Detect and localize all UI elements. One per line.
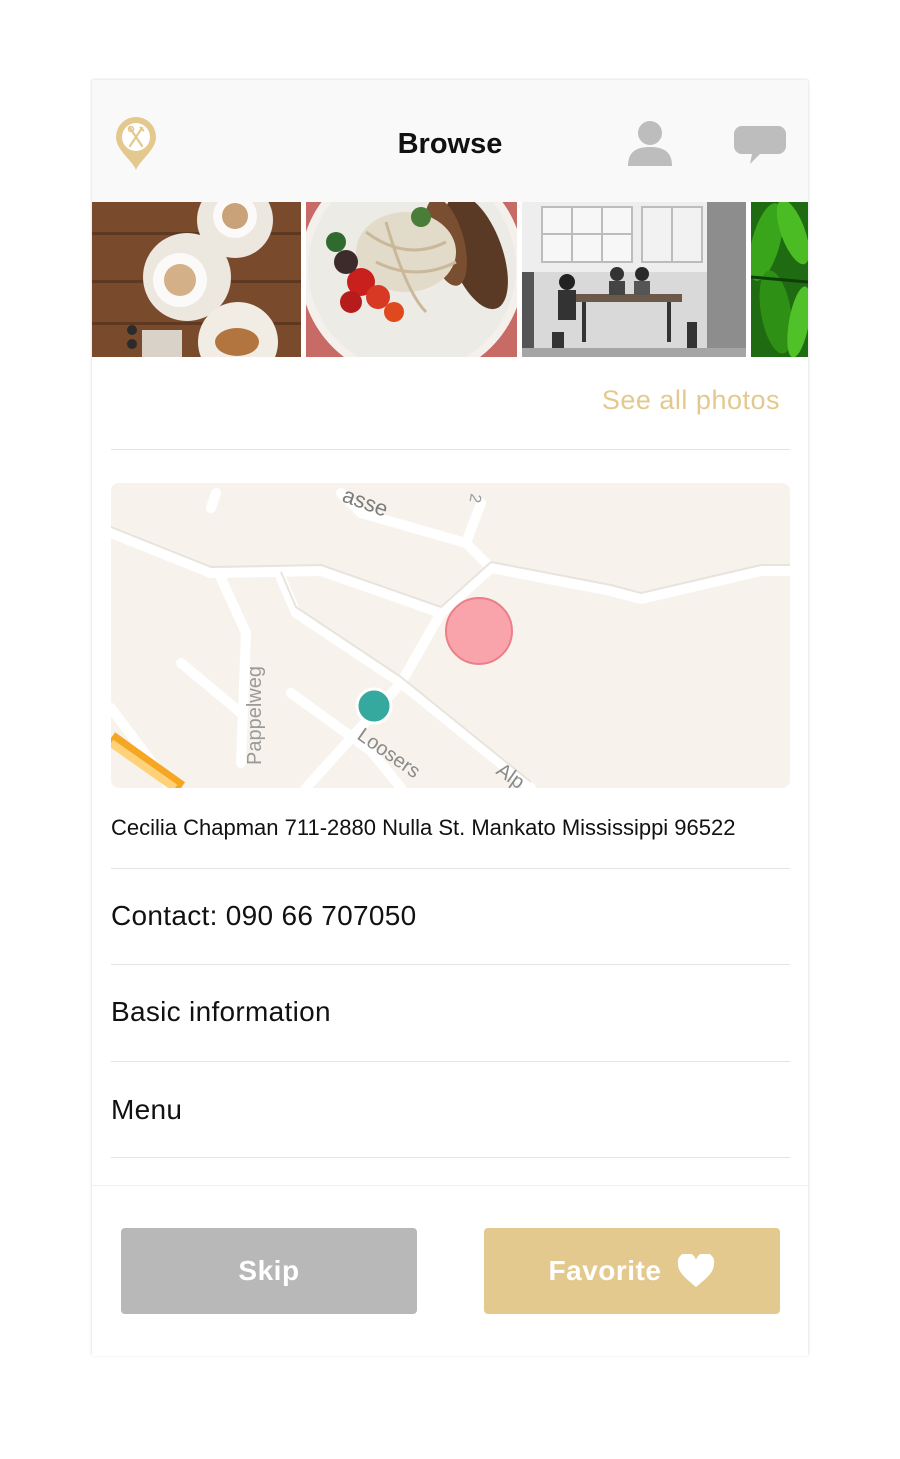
divider [111, 964, 790, 965]
contact-row[interactable]: Contact: 090 66 707050 [111, 900, 790, 932]
photo-strip [92, 202, 808, 357]
divider [111, 1157, 790, 1158]
skip-button[interactable]: Skip [121, 1228, 417, 1314]
top-nav-bar: Browse [92, 80, 808, 202]
photo-salad-thumbnail[interactable] [306, 202, 517, 357]
menu-row[interactable]: Menu [111, 1094, 790, 1126]
divider [111, 1061, 790, 1062]
favorite-button[interactable]: Favorite [484, 1228, 780, 1314]
divider [111, 449, 790, 450]
page-title: Browse [397, 128, 503, 160]
action-footer: Skip Favorite [92, 1185, 808, 1356]
chat-icon[interactable] [734, 124, 786, 166]
photo-coffee-thumbnail[interactable] [92, 202, 301, 357]
skip-button-label: Skip [238, 1255, 300, 1286]
see-all-photos-link[interactable]: See all photos [602, 385, 780, 416]
photo-cafe-interior-thumbnail[interactable] [522, 202, 746, 357]
basic-information-row[interactable]: Basic information [111, 996, 790, 1028]
address-text: Cecilia Chapman 711-2880 Nulla St. Manka… [111, 815, 736, 840]
destination-pin-icon[interactable] [445, 597, 513, 665]
map-street-label: Pappelweg [244, 666, 266, 765]
location-map[interactable]: asse Pappelweg Loosers Alp 2 [111, 483, 790, 788]
current-location-dot-icon [355, 687, 393, 725]
profile-icon[interactable] [624, 118, 676, 168]
favorite-button-label: Favorite [548, 1255, 662, 1286]
heart-icon [678, 1254, 715, 1287]
photo-green-peppers-thumbnail[interactable] [751, 202, 808, 357]
restaurant-detail-card: Browse See all photos asse Pappelweg Loo… [92, 80, 808, 1356]
divider [111, 868, 790, 869]
